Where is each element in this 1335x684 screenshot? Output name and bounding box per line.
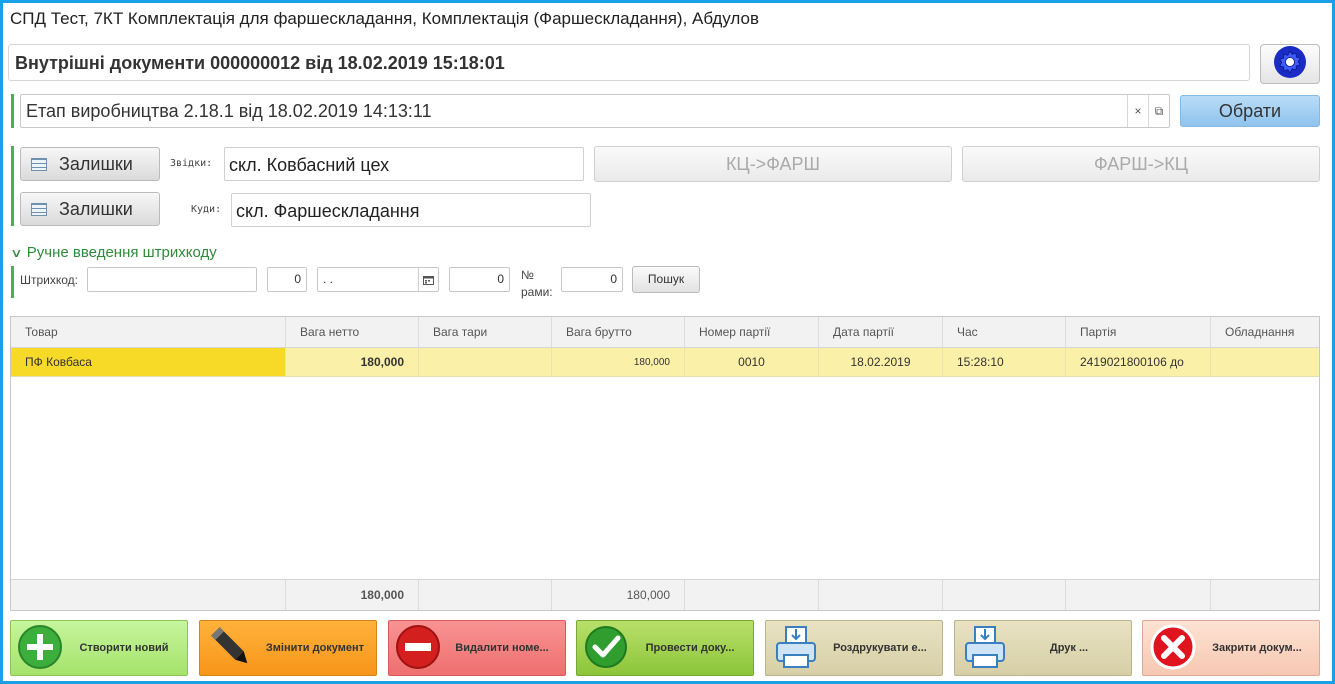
table-totals: 180,000 180,000 [11,579,1319,610]
location-marker [11,146,14,226]
calendar-icon[interactable] [418,268,438,291]
total-cell [819,580,943,610]
quantity-input[interactable]: 0 [267,267,307,292]
stock-to-button[interactable]: Залишки [20,192,160,226]
stock-from-label: Залишки [59,153,133,174]
table-icon [31,157,47,171]
col-header[interactable]: Товар [11,317,286,347]
barcode-input[interactable] [87,267,257,292]
stage-value: Етап виробництва 2.18.1 від 18.02.2019 1… [26,100,432,121]
print-button[interactable]: Друк ... [954,620,1132,676]
window-title: СПД Тест, 7КТ Комплектація для фаршескла… [10,9,759,28]
col-header[interactable]: Вага тари [419,317,552,347]
stock-from-button[interactable]: Залишки [20,147,160,181]
to-field[interactable]: скл. Фаршескладання [231,193,591,227]
frame-label-text: рами: [521,285,553,299]
post-document-label: Провести доку... [645,642,735,654]
col-header[interactable]: Партія [1066,317,1211,347]
number-input[interactable]: 0 [449,267,510,292]
table-header: Товар Вага нетто Вага тари Вага брутто Н… [11,317,1319,348]
frame-input[interactable]: 0 [561,267,623,292]
print-label-label: Роздрукувати е... [833,642,927,654]
open-icon[interactable]: ⧉ [1148,95,1169,127]
farsh-to-kc-button[interactable]: ФАРШ->КЦ [962,146,1320,182]
close-document-label: Закрити докум... [1212,642,1302,654]
goods-table[interactable]: Товар Вага нетто Вага тари Вага брутто Н… [10,316,1320,611]
total-net-weight: 180,000 [286,580,419,610]
printer-icon [772,623,820,674]
date-value: . . [323,272,334,286]
barcode-section-toggle[interactable]: ∨ Ручне введення штрихкоду [10,244,217,261]
cell-net-weight[interactable]: 180,000 [286,348,419,376]
total-cell [685,580,819,610]
cell-product[interactable]: ПФ Ковбаса [11,348,286,376]
table-row[interactable]: ПФ Ковбаса 180,000 180,000 0010 18.02.20… [11,348,1319,377]
chevron-down-icon: ∨ [10,245,23,260]
print-label: Друк ... [1049,642,1089,654]
barcode-section-label: Ручне введення штрихкоду [26,244,217,261]
barcode-label: Штрихкод: [20,273,79,287]
total-gross-weight: 180,000 [552,580,685,610]
required-marker [11,94,14,128]
edit-document-button[interactable]: Змінити документ [199,620,377,676]
total-cell [1066,580,1211,610]
printer-icon [961,623,1009,674]
col-header[interactable]: Дата партії [819,317,943,347]
total-cell [943,580,1066,610]
cell-tare-weight[interactable] [419,348,552,376]
edit-document-label: Змінити документ [265,642,365,654]
delete-button[interactable]: Видалити номе... [388,620,566,676]
gear-icon [1273,45,1307,84]
cell-gross-weight[interactable]: 180,000 [552,348,685,376]
cell-batch[interactable]: 2419021800106 до [1066,348,1211,376]
cell-batch-number[interactable]: 0010 [685,348,819,376]
to-label: Куди: [191,204,222,215]
from-label: Звідки: [170,158,213,169]
pencil-icon [206,622,256,675]
minus-icon [395,624,441,673]
from-field[interactable]: скл. Ковбасний цех [224,147,584,181]
col-header[interactable]: Час [943,317,1066,347]
col-header[interactable]: Обладнання [1211,317,1319,347]
clear-icon[interactable]: × [1127,95,1148,127]
stage-field[interactable]: Етап виробництва 2.18.1 від 18.02.2019 1… [20,94,1170,128]
total-cell [419,580,552,610]
date-input[interactable]: . . [317,267,439,292]
check-icon [583,624,629,673]
create-new-label: Створити новий [79,642,169,654]
table-icon [31,202,47,216]
kc-to-farsh-button[interactable]: КЦ->ФАРШ [594,146,952,182]
stock-to-label: Залишки [59,198,133,219]
close-document-button[interactable]: Закрити докум... [1142,620,1320,676]
col-header[interactable]: Номер партії [685,317,819,347]
cell-batch-date[interactable]: 18.02.2019 [819,348,943,376]
cell-time[interactable]: 15:28:10 [943,348,1066,376]
close-icon [1149,623,1197,674]
total-cell [11,580,286,610]
delete-label: Видалити номе... [455,642,549,654]
col-header[interactable]: Вага брутто [552,317,685,347]
document-title: Внутрішні документи 000000012 від 18.02.… [8,44,1250,81]
search-button[interactable]: Пошук [632,266,700,293]
post-document-button[interactable]: Провести доку... [576,620,754,676]
create-new-button[interactable]: Створити новий [10,620,188,676]
col-header[interactable]: Вага нетто [286,317,419,347]
frame-label-number: № [521,268,534,282]
print-label-button[interactable]: Роздрукувати е... [765,620,943,676]
select-button[interactable]: Обрати [1180,95,1320,127]
barcode-marker [11,266,14,298]
plus-icon [17,624,63,673]
cell-equipment[interactable] [1211,348,1319,376]
total-cell [1211,580,1319,610]
settings-button[interactable] [1260,44,1320,84]
